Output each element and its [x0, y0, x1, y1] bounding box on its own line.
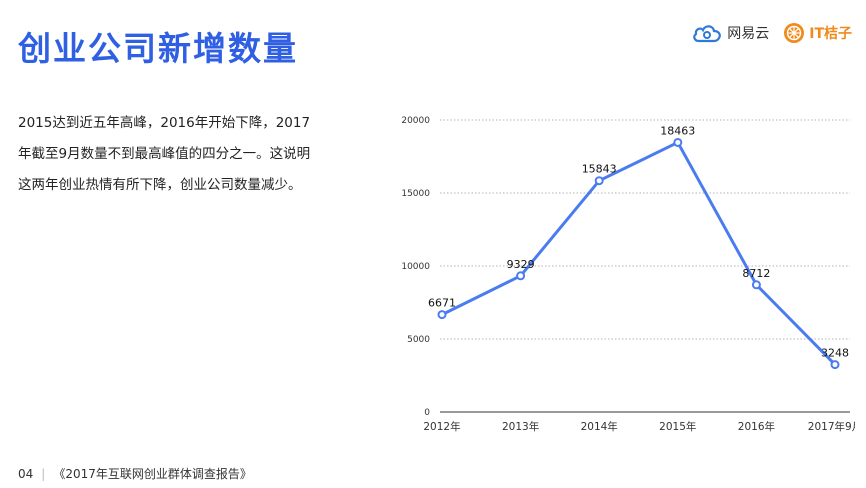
description-text: 2015达到近五年高峰，2016年开始下降，2017年截至9月数量不到最高峰值的…: [18, 115, 311, 193]
cloud-icon: [693, 25, 722, 43]
orange-icon: [784, 23, 805, 43]
data-label: 15843: [582, 163, 617, 176]
x-tick-label: 2016年: [738, 420, 775, 433]
x-tick-label: 2017年9月: [808, 420, 855, 433]
netease-cloud-label: 网易云: [727, 26, 770, 42]
data-label: 18463: [660, 124, 695, 137]
line-chart: 0 5000 10000 15000 20000 2012年 2013年 2014年 2015年…: [401, 116, 855, 433]
x-tick-label: 2014年: [581, 420, 618, 433]
data-point: [830, 360, 840, 370]
y-tick-label: 10000: [401, 262, 430, 272]
netease-cloud-logo: 网易云: [691, 23, 769, 43]
data-point: [516, 271, 526, 281]
data-label: 9329: [507, 258, 535, 271]
itjuzi-logo: IT桔子: [783, 22, 852, 44]
y-tick-label: 20000: [401, 116, 430, 126]
page-number: 04: [18, 466, 34, 481]
page-title: 创业公司新增数量: [18, 29, 298, 68]
footer: 04 | 《2017年互联网创业群体调查报告》: [18, 465, 252, 482]
data-label: 6671: [428, 297, 456, 310]
logo-group: 网易云 IT桔子: [691, 22, 852, 44]
data-label: 3248: [821, 347, 849, 360]
y-tick-label: 15000: [401, 189, 430, 199]
x-tick-label: 2012年: [423, 420, 460, 433]
x-tick-label: 2015年: [659, 420, 696, 433]
data-point: [673, 137, 683, 147]
data-point: [594, 176, 604, 186]
data-label: 8712: [742, 267, 770, 280]
y-tick-label: 5000: [407, 335, 430, 345]
series-line: [441, 140, 837, 366]
x-tick-label: 2013年: [502, 420, 539, 433]
data-point: [751, 280, 761, 290]
data-point: [437, 310, 447, 320]
y-tick-label: 0: [424, 408, 430, 418]
footer-separator: |: [41, 466, 46, 481]
report-title: 《2017年互联网创业群体调查报告》: [53, 467, 252, 481]
itjuzi-label: IT桔子: [809, 26, 852, 42]
